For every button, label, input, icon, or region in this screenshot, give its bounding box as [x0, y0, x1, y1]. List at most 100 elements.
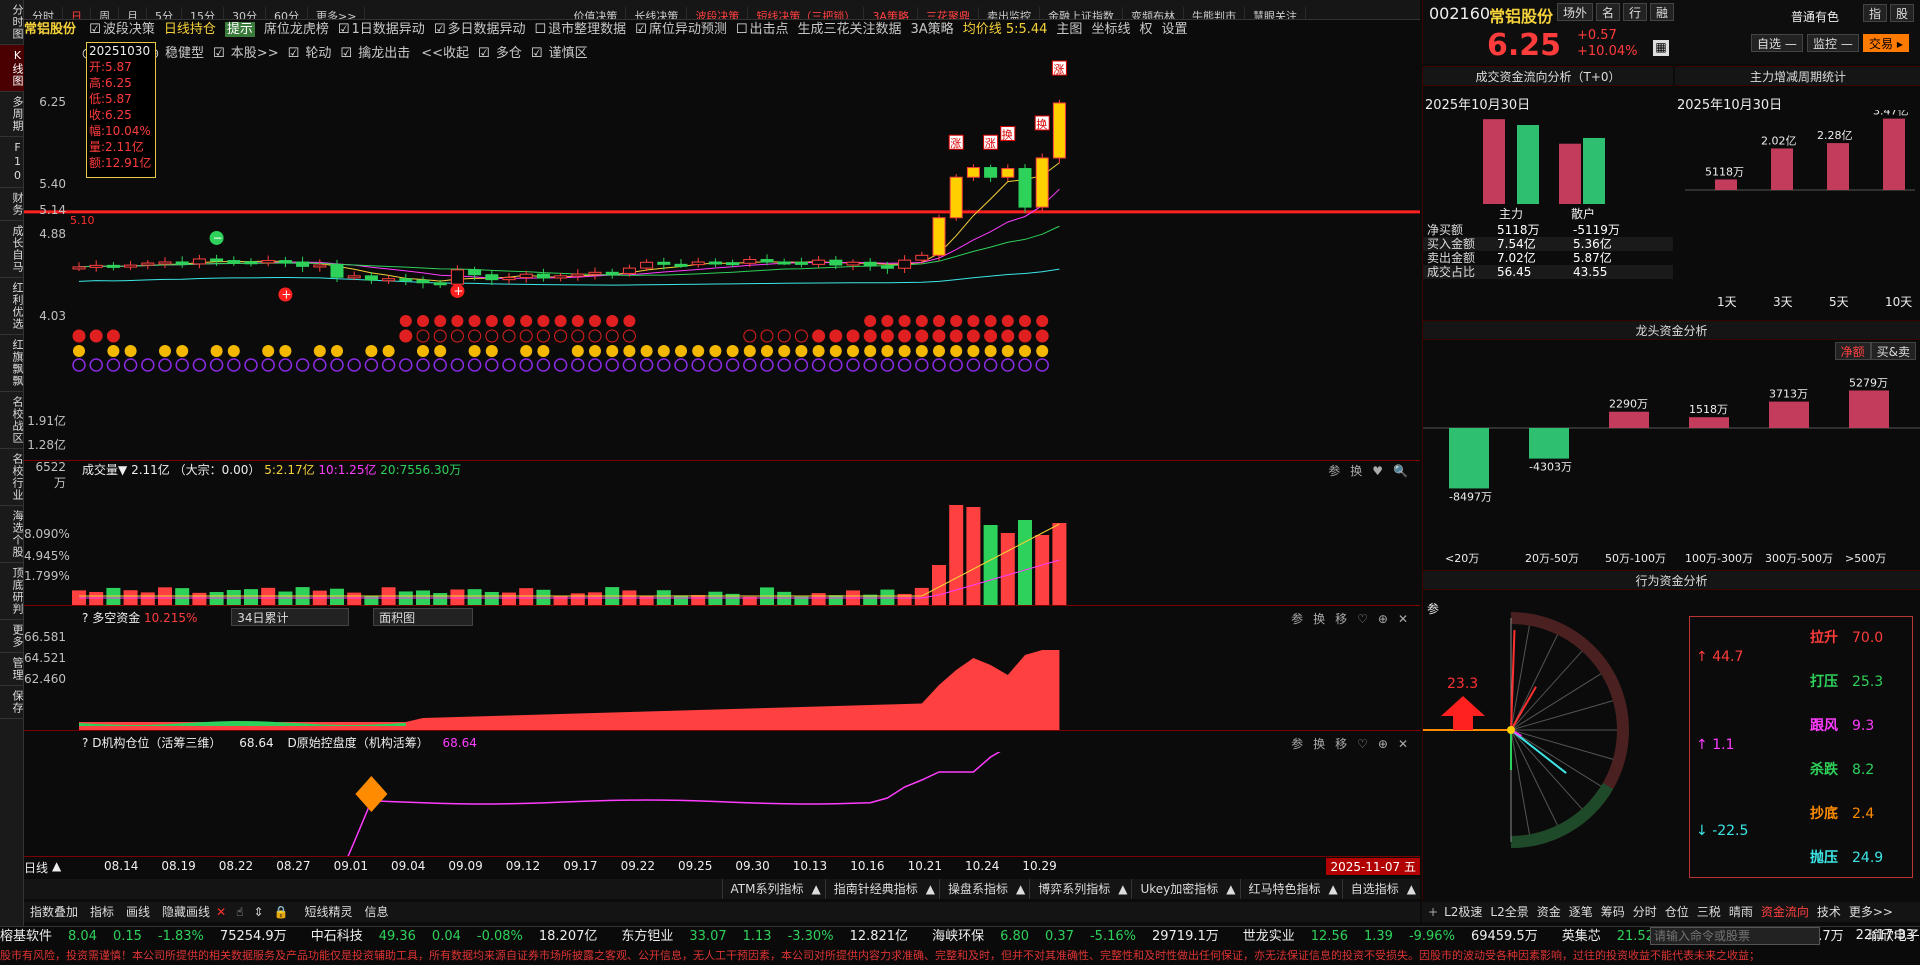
- leader-tab[interactable]: 买&卖: [1870, 342, 1916, 360]
- draw-tool-icon[interactable]: ☝: [236, 905, 243, 919]
- bottom-tab[interactable]: 资金流向: [1761, 905, 1809, 919]
- indicator-tab[interactable]: Ukey加密指标: [1131, 879, 1226, 899]
- quote-btn[interactable]: 指: [1863, 4, 1888, 22]
- bottom-tab[interactable]: 逐笔: [1569, 905, 1593, 919]
- toolbar-item[interactable]: 波段决策: [103, 22, 155, 37]
- toolbar-item[interactable]: 席位龙虎榜: [264, 22, 329, 37]
- toolbar-item[interactable]: 生成三花关注数据: [798, 22, 902, 37]
- ticker-item[interactable]: 榕基软件 8.04 0.15 -1.83% 75254.9万: [0, 929, 299, 944]
- strategy-option[interactable]: 本股>>: [231, 46, 279, 61]
- ticker-item[interactable]: 东方钽业 33.07 1.13 -3.30% 12.821亿: [621, 929, 920, 944]
- watchlist-button[interactable]: 自选 —: [1751, 34, 1803, 52]
- nav-item[interactable]: 保存: [0, 686, 24, 719]
- bottom-tab[interactable]: 晴雨: [1729, 905, 1753, 919]
- panel-tool-icon[interactable]: ✕: [1398, 612, 1408, 626]
- accum-select[interactable]: 34日累计: [231, 608, 350, 626]
- toolbar-item[interactable]: 出击点: [749, 22, 788, 37]
- draw-tool-icon[interactable]: ✕: [216, 905, 226, 919]
- indicator-tab[interactable]: 操盘系指标: [938, 879, 1016, 899]
- ticker-item[interactable]: 海峡环保 6.80 0.37 -5.16% 29719.1万: [932, 929, 1231, 944]
- panel-tool-icon[interactable]: 移: [1335, 612, 1347, 626]
- indicator-tab[interactable]: 博弈系列指标: [1029, 879, 1118, 899]
- nav-item[interactable]: 海选个股: [0, 506, 24, 563]
- bottom-tab[interactable]: L2极速: [1444, 905, 1482, 919]
- toolbar-item[interactable]: 日线持仓: [164, 22, 216, 37]
- volume-chart[interactable]: [24, 480, 1420, 605]
- draw-tool[interactable]: 画线: [126, 905, 150, 919]
- candlestick-chart[interactable]: 5.10涨涨换换涨涨++−: [24, 60, 1420, 460]
- toolbar-item[interactable]: 坐标线: [1091, 22, 1130, 37]
- bottom-tab[interactable]: L2全景: [1490, 905, 1528, 919]
- indicator-tab[interactable]: 红马特色指标: [1239, 879, 1329, 899]
- ticker-item[interactable]: 世龙实业 12.56 1.39 -9.96% 69459.5万: [1243, 929, 1550, 944]
- panel-tool-icon[interactable]: 换: [1350, 464, 1362, 478]
- draw-tool[interactable]: 隐藏画线: [162, 905, 210, 919]
- panel-tool-icon[interactable]: 移: [1335, 737, 1347, 751]
- bottom-tab[interactable]: 更多>>: [1849, 905, 1893, 919]
- bottom-tab[interactable]: 分时: [1633, 905, 1657, 919]
- indicator-tab[interactable]: ATM系列指标: [721, 879, 812, 899]
- strategy-option[interactable]: 谨慎区: [549, 46, 588, 61]
- toolbar-item[interactable]: 退市整理数据: [548, 22, 626, 37]
- toolbar-item[interactable]: 均价线 5:5.44: [963, 22, 1048, 37]
- draw-tool-icon[interactable]: ⇕: [253, 905, 263, 919]
- quote-tag[interactable]: 融: [1650, 3, 1675, 21]
- indicator-tab[interactable]: 自选指标: [1341, 879, 1407, 899]
- monitor-button[interactable]: 监控 —: [1807, 34, 1859, 52]
- nav-item[interactable]: 成长自马: [0, 221, 24, 278]
- nav-item[interactable]: 多周期: [0, 92, 24, 137]
- nav-item[interactable]: 红旗飘飘: [0, 335, 24, 392]
- nav-item[interactable]: 更多: [0, 620, 24, 653]
- panel-tool-icon[interactable]: 参: [1328, 464, 1340, 478]
- strategy-option[interactable]: 稳健型: [165, 46, 204, 61]
- leader-tab[interactable]: 净额: [1834, 342, 1871, 360]
- draw-tool[interactable]: 信息: [364, 905, 388, 919]
- panel-tool-icon[interactable]: ⊕: [1378, 737, 1388, 751]
- jigou-chart[interactable]: [24, 752, 1420, 856]
- note-icon[interactable]: ▦: [1653, 40, 1669, 56]
- toolbar-item[interactable]: 席位异动预测: [649, 22, 727, 37]
- indicator-tab[interactable]: 指南针经典指标: [824, 879, 926, 899]
- bottom-tab[interactable]: 筹码: [1601, 905, 1625, 919]
- strategy-option[interactable]: <<收起: [421, 46, 469, 61]
- nav-item[interactable]: 名校战区: [0, 392, 24, 449]
- nav-item[interactable]: 名校行业: [0, 449, 24, 506]
- nav-item[interactable]: 财务: [0, 188, 24, 221]
- quote-tag[interactable]: 名: [1596, 3, 1621, 21]
- panel-tool-icon[interactable]: ♥: [1372, 464, 1383, 478]
- panel-tool-icon[interactable]: ♡: [1357, 737, 1368, 751]
- panel-tool-icon[interactable]: 换: [1313, 737, 1325, 751]
- quote-btn[interactable]: 股: [1890, 4, 1915, 22]
- duokong-chart[interactable]: [24, 630, 1420, 730]
- nav-item[interactable]: K线图: [0, 45, 24, 92]
- strategy-option[interactable]: 轮动: [305, 46, 331, 61]
- toolbar-item[interactable]: 设置: [1161, 22, 1187, 37]
- toolbar-item[interactable]: 1日数据异动: [352, 22, 425, 37]
- nav-item[interactable]: 管理: [0, 653, 24, 686]
- strategy-option[interactable]: 擒龙出击: [358, 46, 410, 61]
- bottom-tab[interactable]: 资金: [1537, 905, 1561, 919]
- trade-button[interactable]: 交易 ▸: [1863, 34, 1909, 52]
- panel-tool-icon[interactable]: 参: [1291, 612, 1303, 626]
- bottom-tab[interactable]: 技术: [1817, 905, 1841, 919]
- toolbar-item[interactable]: 主图: [1056, 22, 1082, 37]
- toolbar-item[interactable]: 提示: [224, 22, 255, 37]
- quote-tag[interactable]: 行: [1623, 3, 1648, 21]
- nav-item[interactable]: F10: [0, 137, 24, 188]
- draw-tool[interactable]: 指标: [90, 905, 114, 919]
- panel-tool-icon[interactable]: ⊕: [1378, 612, 1388, 626]
- chart-type-select[interactable]: 面积图: [373, 608, 474, 626]
- nav-item[interactable]: 红利优选: [0, 278, 24, 335]
- nav-item[interactable]: 顶底研判: [0, 563, 24, 620]
- panel-tool-icon[interactable]: ✕: [1398, 737, 1408, 751]
- toolbar-item[interactable]: 多日数据异动: [447, 22, 525, 37]
- quote-tag[interactable]: 场外: [1557, 3, 1594, 21]
- draw-tool[interactable]: 短线精灵: [304, 905, 352, 919]
- toolbar-item[interactable]: 3A策略: [911, 22, 954, 37]
- panel-tool-icon[interactable]: 参: [1291, 737, 1303, 751]
- command-input[interactable]: [1650, 927, 1820, 945]
- bottom-tab[interactable]: 三税: [1697, 905, 1721, 919]
- panel-tool-icon[interactable]: 换: [1313, 612, 1325, 626]
- draw-tool[interactable]: 指数叠加: [30, 905, 78, 919]
- panel-tool-icon[interactable]: ♡: [1357, 612, 1368, 626]
